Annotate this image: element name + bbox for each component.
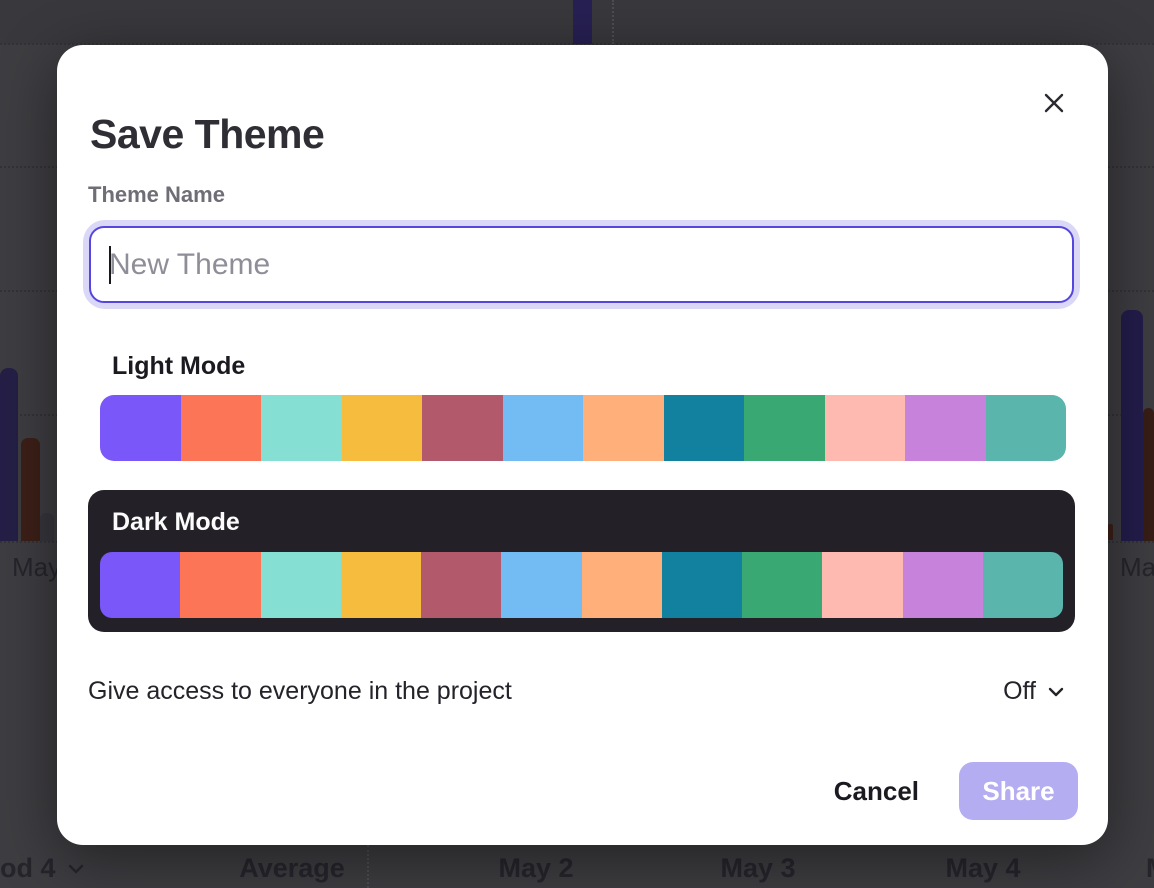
chevron-down-icon <box>1048 687 1064 697</box>
color-swatch-11 <box>903 552 983 618</box>
color-swatch-9 <box>742 552 822 618</box>
modal-footer: Cancel Share <box>834 762 1078 820</box>
share-button[interactable]: Share <box>959 762 1078 820</box>
color-swatch-3 <box>261 552 341 618</box>
color-swatch-8 <box>662 552 742 618</box>
light-mode-palette <box>100 395 1066 461</box>
color-swatch-4 <box>341 552 421 618</box>
gridline-vertical <box>612 0 614 44</box>
chevron-down-icon <box>68 864 84 874</box>
dark-mode-label: Dark Mode <box>112 508 240 537</box>
x-axis-label-right: Ma <box>1120 552 1154 583</box>
color-swatch-10 <box>822 552 902 618</box>
dark-mode-palette <box>100 552 1063 618</box>
axis-label-text: od 4 <box>0 853 56 884</box>
save-theme-modal: Save Theme Theme Name Light Mode Dark Mo… <box>57 45 1108 845</box>
bar-right-red <box>1143 408 1154 541</box>
color-swatch-4 <box>342 395 423 461</box>
access-label: Give access to everyone in the project <box>88 677 512 706</box>
modal-title: Save Theme <box>90 110 324 158</box>
x-axis-label-left: May <box>12 552 61 583</box>
axis-label-text: Average <box>239 853 345 884</box>
axis-label-text: May 4 <box>945 853 1020 884</box>
dark-mode-card: Dark Mode <box>88 490 1075 632</box>
color-swatch-10 <box>825 395 906 461</box>
theme-name-focus-ring <box>83 220 1080 309</box>
axis-label-od-4[interactable]: od 4 <box>0 853 84 884</box>
light-mode-label: Light Mode <box>112 352 245 381</box>
color-swatch-7 <box>583 395 664 461</box>
color-swatch-6 <box>503 395 584 461</box>
access-row: Give access to everyone in the project O… <box>88 677 1086 706</box>
bar-left-indigo <box>0 368 18 541</box>
bar-left-gray <box>40 513 54 541</box>
x-icon <box>1042 91 1066 115</box>
text-caret <box>109 246 111 284</box>
theme-name-input[interactable] <box>89 226 1074 303</box>
bar-left-red <box>21 438 40 541</box>
bar-top-indigo <box>573 0 592 44</box>
bar-right-sliver <box>1108 524 1113 540</box>
axis-label-average: Average <box>239 853 345 884</box>
color-swatch-11 <box>905 395 986 461</box>
axis-label-text: May 2 <box>498 853 573 884</box>
axis-label-text: May 3 <box>720 853 795 884</box>
bar-right-indigo <box>1121 310 1143 541</box>
color-swatch-1 <box>100 552 180 618</box>
color-swatch-3 <box>261 395 342 461</box>
color-swatch-5 <box>422 395 503 461</box>
axis-label-may-2: May 2 <box>498 853 573 884</box>
color-swatch-9 <box>744 395 825 461</box>
axis-label-may-3: May 3 <box>720 853 795 884</box>
color-swatch-8 <box>664 395 745 461</box>
color-swatch-2 <box>180 552 260 618</box>
color-swatch-5 <box>421 552 501 618</box>
access-value: Off <box>1003 677 1036 706</box>
axis-label-may-4: May 4 <box>945 853 1020 884</box>
color-swatch-12 <box>983 552 1063 618</box>
theme-name-label: Theme Name <box>88 182 225 208</box>
access-dropdown[interactable]: Off <box>1003 677 1064 706</box>
gridline-vertical <box>367 845 369 888</box>
color-swatch-1 <box>100 395 181 461</box>
color-swatch-12 <box>986 395 1067 461</box>
axis-label-m: M <box>1146 853 1154 884</box>
color-swatch-7 <box>582 552 662 618</box>
close-icon[interactable] <box>1032 81 1076 125</box>
color-swatch-6 <box>501 552 581 618</box>
cancel-button[interactable]: Cancel <box>834 776 919 807</box>
color-swatch-2 <box>181 395 262 461</box>
axis-label-text: M <box>1146 853 1154 884</box>
